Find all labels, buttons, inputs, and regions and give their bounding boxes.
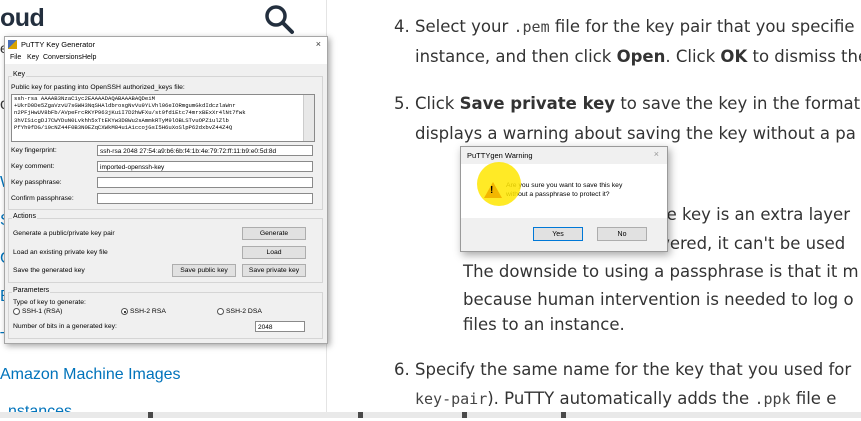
menu-key[interactable]: Key — [27, 54, 39, 61]
confirm-label: Confirm passphrase: — [11, 195, 74, 202]
radio-label: SSH-2 RSA — [130, 308, 166, 315]
fingerprint-field[interactable]: ssh-rsa 2048 27:54:a9:b6:6b:f4:1b:4e:79:… — [97, 145, 313, 156]
code-ppk: .ppk — [754, 390, 791, 408]
key-passphrase-field[interactable] — [97, 177, 313, 188]
step-number: 6. — [394, 360, 410, 379]
pubkey-line: PfYh9fDG/19cNZ44F0B3N0EZqCXWkM84u1A1ccoj… — [14, 123, 233, 131]
putty-app-icon — [8, 40, 17, 49]
step-5-line-4: overed, it can't be used — [650, 234, 846, 253]
video-timeline-strip[interactable] — [0, 412, 861, 418]
window-titlebar[interactable]: PuTTY Key Generator × — [5, 37, 327, 52]
putty-key-generator-window: PuTTY Key Generator × File Key Conversio… — [4, 36, 328, 344]
warning-message-line-2: without a passphrase to protect it? — [506, 191, 610, 198]
save-public-key-button[interactable]: Save public key — [172, 264, 236, 277]
menu-help[interactable]: Help — [82, 54, 96, 61]
step-4-line-1: 4. Select your .pem file for the key pai… — [394, 17, 855, 36]
save-private-key-label: Save private key — [459, 94, 616, 113]
text: file e — [790, 389, 837, 408]
confirm-passphrase-field[interactable] — [97, 193, 313, 204]
search-icon[interactable] — [262, 2, 296, 36]
step-5-line-6: because human intervention is needed to … — [463, 290, 854, 309]
menu-file[interactable]: File — [10, 54, 21, 61]
fingerprint-label: Key fingerprint: — [11, 147, 57, 154]
step-number: 4. — [394, 17, 410, 36]
bits-label: Number of bits in a generated key: — [13, 323, 117, 330]
ok-label: OK — [720, 47, 748, 66]
menu-conversions[interactable]: Conversions — [43, 54, 82, 61]
text: Click — [415, 94, 460, 113]
code-key-pair: key-pair — [415, 390, 488, 408]
actions-group-label: Actions — [12, 213, 37, 220]
sidebar-item-amazon-machine-images[interactable]: Amazon Machine Images — [0, 366, 181, 384]
key-group-label: Key — [12, 71, 27, 78]
timeline-marker[interactable] — [358, 412, 363, 418]
radio-label: SSH-2 DSA — [226, 308, 262, 315]
dialog-title: PuTTYgen Warning — [467, 151, 533, 160]
step-4-line-2: instance, and then click Open. Click OK … — [415, 47, 861, 66]
load-label: Load an existing private key file — [13, 249, 108, 256]
passphrase-label: Key passphrase: — [11, 179, 62, 186]
step-5-line-2: displays a warning about saving the key … — [415, 124, 856, 143]
radio-label: SSH-1 (RSA) — [22, 308, 63, 315]
site-brand[interactable]: oud — [0, 4, 45, 33]
code-pem: .pem — [513, 18, 550, 36]
text: Specify the same name for the key that y… — [415, 360, 852, 379]
timeline-marker[interactable] — [148, 412, 153, 418]
step-5-line-1: 5. Click Save private key to save the ke… — [394, 94, 860, 113]
step-5-line-3: ate key is an extra layer — [650, 205, 850, 224]
yes-button[interactable]: Yes — [533, 227, 583, 241]
text: Select your — [415, 17, 514, 36]
save-label: Save the generated key — [13, 267, 85, 274]
parameters-group-label: Parameters — [12, 287, 51, 294]
no-button[interactable]: No — [597, 227, 647, 241]
warning-message-line-1: Are you sure you want to save this key — [506, 182, 623, 189]
pubkey-line: n2PFjHwUV8bFb/AVpeFrcRKYP963jKu1I7D2hWFX… — [14, 109, 246, 117]
step-6-line-2: key-pair). PuTTY automatically adds the … — [415, 389, 836, 408]
load-button[interactable]: Load — [242, 246, 306, 259]
text: file for the key pair that you specifie — [549, 17, 855, 36]
save-private-key-button[interactable]: Save private key — [242, 264, 306, 277]
step-6-line-1: 6. Specify the same name for the key tha… — [394, 360, 851, 379]
text: to dismiss the — [747, 47, 861, 66]
text: instance, and then click — [415, 47, 617, 66]
timeline-marker[interactable] — [462, 412, 467, 418]
comment-label: Key comment: — [11, 163, 55, 170]
text: ). PuTTY automatically adds the — [487, 389, 755, 408]
radio-ssh2-rsa[interactable] — [121, 308, 128, 315]
generate-label: Generate a public/private key pair — [13, 230, 115, 237]
key-comment-field[interactable]: imported-openssh-key — [97, 161, 313, 172]
timeline-marker[interactable] — [561, 412, 566, 418]
pubkey-label: Public key for pasting into OpenSSH auth… — [11, 84, 185, 91]
bits-field[interactable]: 2048 — [255, 321, 305, 332]
public-key-textarea[interactable]: ssh-rsa AAAAB3NzaC1yc2EAAAADAQABAAABAQDe… — [11, 94, 315, 142]
generate-button[interactable]: Generate — [242, 227, 306, 240]
window-title: PuTTY Key Generator — [21, 40, 96, 49]
text: to save the key in the format — [615, 94, 861, 113]
text: . Click — [665, 47, 721, 66]
step-5-line-5: The downside to using a passphrase is th… — [463, 262, 859, 281]
radio-ssh2-dsa[interactable] — [217, 308, 224, 315]
pubkey-line: ssh-rsa AAAAB3NzaC1yc2EAAAADAQABAAABAQDe… — [14, 95, 155, 102]
warning-exclamation-icon: ! — [490, 185, 494, 196]
close-icon[interactable]: × — [316, 39, 321, 49]
menu-bar: File Key Conversions Help — [5, 52, 327, 64]
pubkey-line: 3hVISicgDJ7CWYDuN0Lvkhh5xTtEKYw3D8Wu2sAm… — [14, 116, 229, 124]
close-icon[interactable]: × — [654, 149, 659, 159]
radio-ssh1-rsa[interactable] — [13, 308, 20, 315]
step-number: 5. — [394, 94, 410, 113]
key-type-label: Type of key to generate: — [13, 299, 86, 306]
pubkey-line: +UkrD0De5ZgaVzvU7sGWH3NqSHAldbrosgNvVu9Y… — [14, 102, 236, 110]
pubkey-scrollbar[interactable] — [303, 95, 314, 141]
open-label: Open — [616, 47, 666, 66]
step-5-line-7: files to an instance. — [463, 315, 625, 334]
